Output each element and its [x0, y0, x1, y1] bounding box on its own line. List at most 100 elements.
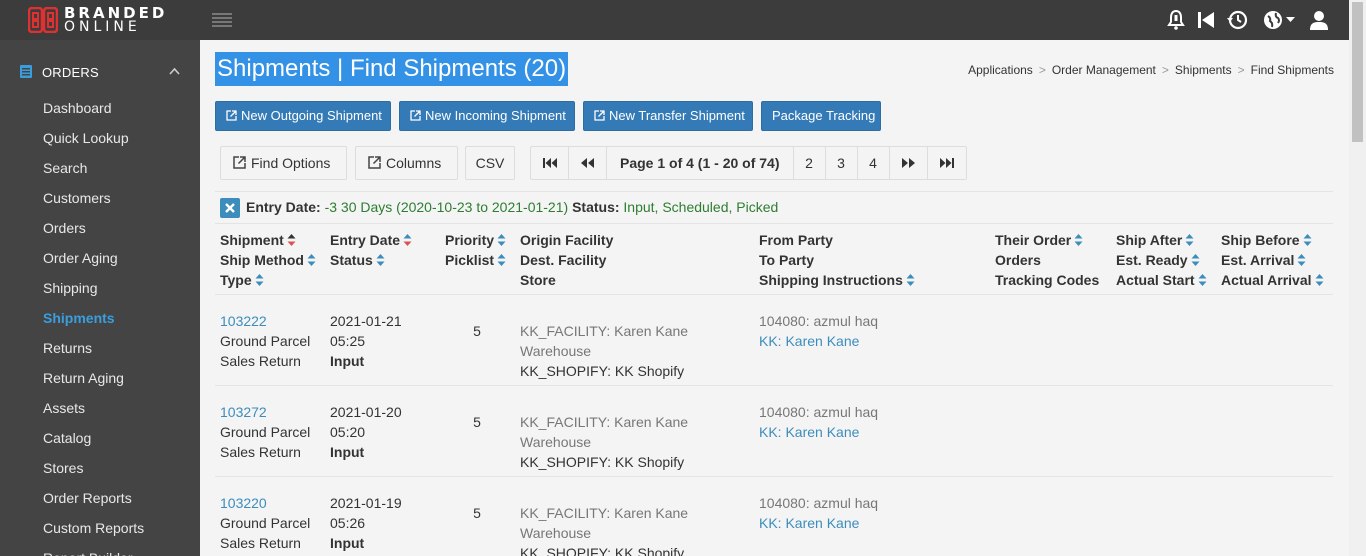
hamburger-menu-icon[interactable]	[212, 12, 232, 28]
header-picklist[interactable]: Picklist	[445, 250, 506, 270]
previous-page-button[interactable]	[569, 147, 607, 179]
sidebar-item-customers[interactable]: Customers	[0, 183, 200, 213]
chevron-up-icon[interactable]	[169, 67, 180, 75]
header-status[interactable]: Status	[330, 250, 412, 270]
shipment-id-link[interactable]: 103272	[220, 402, 310, 422]
sort-icon	[1303, 234, 1312, 246]
sidebar-item-assets[interactable]: Assets	[0, 393, 200, 423]
to-party-link[interactable]: KK: Karen Kane	[759, 513, 878, 533]
sidebar-section-orders[interactable]: ORDERS	[0, 57, 200, 87]
sidebar-item-search[interactable]: Search	[0, 153, 200, 183]
sidebar-item-quick-lookup[interactable]: Quick Lookup	[0, 123, 200, 153]
user-icon[interactable]	[1307, 8, 1331, 32]
sidebar-item-order-aging[interactable]: Order Aging	[0, 243, 200, 273]
fast-forward-icon	[901, 158, 915, 168]
sidebar-item-catalog[interactable]: Catalog	[0, 423, 200, 453]
shipment-id-link[interactable]: 103220	[220, 493, 310, 513]
new-outgoing-shipment-button[interactable]: New Outgoing Shipment	[215, 101, 391, 131]
header-ship-after[interactable]: Ship After	[1116, 230, 1207, 250]
brand-logo-mark	[28, 7, 58, 33]
shipment-type: Sales Return	[220, 535, 301, 551]
sidebar-item-stores[interactable]: Stores	[0, 453, 200, 483]
header-actual-start[interactable]: Actual Start	[1116, 270, 1207, 290]
header-ship-before[interactable]: Ship Before	[1221, 230, 1324, 250]
columns-button[interactable]: Columns	[355, 146, 458, 180]
new-transfer-shipment-button[interactable]: New Transfer Shipment	[583, 101, 753, 131]
sidebar-item-report-builder[interactable]: Report Builder	[0, 543, 200, 556]
header-entry-date[interactable]: Entry Date	[330, 230, 412, 250]
to-party-link[interactable]: KK: Karen Kane	[759, 331, 878, 351]
entry-time: 05:26	[330, 515, 366, 531]
origin-facility-cont: Warehouse	[520, 434, 592, 450]
brand-logo[interactable]: BRANDED ONLINE	[28, 6, 168, 34]
next-page-button[interactable]	[890, 147, 928, 179]
globe-icon[interactable]	[1262, 8, 1296, 32]
entry-time: 05:20	[330, 424, 366, 440]
header-to-party: To Party	[759, 252, 814, 268]
sidebar-item-orders[interactable]: Orders	[0, 213, 200, 243]
priority: 5	[473, 505, 481, 521]
header-col-ship-before: Ship Before Est. Arrival Actual Arrival	[1221, 230, 1324, 290]
breadcrumb-item-current: Find Shipments	[1250, 63, 1334, 77]
breadcrumb-item[interactable]: Shipments	[1175, 63, 1232, 77]
last-page-button[interactable]	[928, 147, 966, 179]
columns-label: Columns	[386, 155, 442, 171]
shipment-id-link[interactable]: 103222	[220, 311, 310, 331]
from-party: 104080: azmul haq	[759, 495, 879, 511]
header-shipping-instructions[interactable]: Shipping Instructions	[759, 270, 915, 290]
page-scrollbar[interactable]	[1349, 0, 1366, 556]
header-shipment[interactable]: Shipment	[220, 230, 316, 250]
origin-facility: KK_FACILITY: Karen Kane	[520, 414, 689, 430]
origin-facility: KK_FACILITY: Karen Kane	[520, 505, 689, 521]
header-their-order[interactable]: Their Order	[995, 230, 1099, 250]
brand-logo-text: BRANDED	[64, 4, 168, 22]
sort-desc-icon	[287, 234, 296, 246]
breadcrumb-item[interactable]: Order Management	[1052, 63, 1156, 77]
package-tracking-button[interactable]: Package Tracking	[761, 101, 881, 131]
scrollbar-thumb[interactable]	[1352, 2, 1363, 142]
new-incoming-shipment-button[interactable]: New Incoming Shipment	[399, 101, 575, 131]
store: KK_SHOPIFY: KK Shopify	[520, 454, 685, 470]
ship-method: Ground Parcel	[220, 515, 311, 531]
pagination: Page 1 of 4 (1 - 20 of 74) 2 3 4	[530, 146, 967, 180]
find-options-label: Find Options	[251, 155, 331, 171]
page-4-button[interactable]: 4	[858, 147, 890, 179]
table-row: 103272 Ground Parcel Sales Return 2021-0…	[215, 386, 1333, 477]
sidebar-item-return-aging[interactable]: Return Aging	[0, 363, 200, 393]
header-ship-method[interactable]: Ship Method	[220, 250, 316, 270]
header-col-entry-date: Entry Date Status	[330, 230, 412, 270]
sidebar-item-dashboard[interactable]: Dashboard	[0, 93, 200, 123]
cell-shipment: 103222 Ground Parcel Sales Return	[220, 311, 310, 371]
skip-back-icon[interactable]	[1194, 8, 1218, 32]
origin-facility-cont: Warehouse	[520, 343, 592, 359]
shipment-type: Sales Return	[220, 444, 301, 460]
page-3-button[interactable]: 3	[826, 147, 858, 179]
sidebar-item-order-reports[interactable]: Order Reports	[0, 483, 200, 513]
to-party-link[interactable]: KK: Karen Kane	[759, 422, 878, 442]
header-type[interactable]: Type	[220, 270, 316, 290]
ship-method: Ground Parcel	[220, 424, 311, 440]
find-options-button[interactable]: Find Options	[220, 146, 347, 180]
header-est-ready[interactable]: Est. Ready	[1116, 250, 1207, 270]
header-actual-arrival[interactable]: Actual Arrival	[1221, 270, 1324, 290]
page-2-button[interactable]: 2	[794, 147, 826, 179]
filter-summary: Entry Date: -3 30 Days (2020-10-23 to 20…	[246, 199, 778, 215]
breadcrumb-separator: >	[1038, 63, 1046, 77]
sidebar-item-returns[interactable]: Returns	[0, 333, 200, 363]
header-col-facility: Origin Facility Dest. Facility Store	[520, 230, 613, 290]
bell-icon[interactable]	[1164, 8, 1188, 32]
first-page-button[interactable]	[531, 147, 569, 179]
header-orders: Orders	[995, 252, 1041, 268]
csv-button[interactable]: CSV	[465, 146, 515, 180]
breadcrumb-item[interactable]: Applications	[968, 63, 1033, 77]
sidebar-item-shipping[interactable]: Shipping	[0, 273, 200, 303]
sidebar-item-custom-reports[interactable]: Custom Reports	[0, 513, 200, 543]
history-icon[interactable]	[1225, 8, 1249, 32]
sidebar-item-shipments[interactable]: Shipments	[0, 303, 200, 333]
header-est-arrival[interactable]: Est. Arrival	[1221, 250, 1324, 270]
header-priority[interactable]: Priority	[445, 230, 506, 250]
clear-filter-icon[interactable]	[220, 198, 240, 218]
sort-icon	[497, 234, 506, 246]
sidebar-section-label: ORDERS	[42, 65, 99, 80]
page-info: Page 1 of 4 (1 - 20 of 74)	[607, 147, 794, 179]
